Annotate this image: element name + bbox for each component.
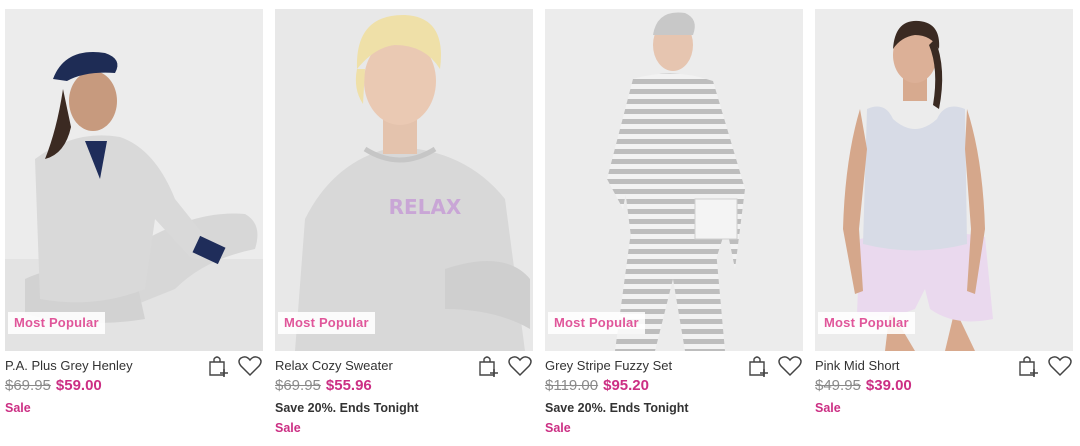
sale-price: $95.20 bbox=[603, 377, 649, 394]
sale-price: $59.00 bbox=[55, 377, 102, 394]
most-popular-badge: Most Popular bbox=[278, 312, 375, 334]
heart-icon bbox=[508, 356, 532, 377]
bag-plus-icon bbox=[209, 356, 228, 377]
product-actions bbox=[747, 353, 803, 379]
product-name[interactable]: Pink Mid Short bbox=[815, 358, 900, 373]
original-price: $119.00 bbox=[545, 377, 599, 394]
product-photo: RELAX bbox=[275, 9, 533, 351]
sweater-print: RELAX bbox=[389, 195, 462, 219]
product-photo bbox=[815, 9, 1073, 351]
product-card[interactable]: Most Popular Pink Mid Short $49.95 $39.0… bbox=[815, 9, 1073, 446]
heart-icon bbox=[238, 356, 262, 377]
product-info: Pink Mid Short $49.95 $39.00 Sale bbox=[815, 351, 1073, 446]
bag-plus-icon bbox=[1019, 356, 1038, 377]
product-image[interactable]: Most Popular bbox=[815, 9, 1073, 351]
product-card[interactable]: Most Popular P.A. Plus Grey Henley $69.9… bbox=[5, 9, 263, 446]
product-info: Relax Cozy Sweater $69.95 $55.96 Save 20… bbox=[275, 351, 533, 446]
promo-text: Save 20%. Ends Tonight bbox=[275, 401, 419, 415]
product-actions bbox=[1017, 353, 1073, 379]
sale-label: Sale bbox=[275, 421, 301, 435]
original-price: $69.95 bbox=[275, 377, 321, 394]
product-info: P.A. Plus Grey Henley $69.95 $59.00 Sale bbox=[5, 351, 263, 446]
add-to-bag-button[interactable] bbox=[207, 353, 233, 379]
wishlist-button[interactable] bbox=[507, 353, 533, 379]
add-to-bag-button[interactable] bbox=[477, 353, 503, 379]
heart-icon bbox=[778, 356, 802, 377]
product-name[interactable]: Relax Cozy Sweater bbox=[275, 358, 393, 373]
sale-label: Sale bbox=[545, 421, 571, 435]
product-info: Grey Stripe Fuzzy Set $119.00 $95.20 Sav… bbox=[545, 351, 803, 446]
sale-label: Sale bbox=[815, 401, 841, 415]
product-card[interactable]: RELAX Most Popular Relax Cozy Sweater $6… bbox=[275, 9, 533, 446]
product-grid: Most Popular P.A. Plus Grey Henley $69.9… bbox=[0, 0, 1080, 446]
sale-price: $55.96 bbox=[325, 377, 372, 394]
price-row: $119.00 $95.20 bbox=[545, 377, 649, 394]
wishlist-button[interactable] bbox=[1047, 353, 1073, 379]
most-popular-badge: Most Popular bbox=[818, 312, 915, 334]
product-name[interactable]: Grey Stripe Fuzzy Set bbox=[545, 358, 672, 373]
heart-icon bbox=[1048, 356, 1072, 377]
add-to-bag-button[interactable] bbox=[1017, 353, 1043, 379]
most-popular-badge: Most Popular bbox=[548, 312, 645, 334]
product-image[interactable]: Most Popular bbox=[545, 9, 803, 351]
add-to-bag-button[interactable] bbox=[747, 353, 773, 379]
price-row: $69.95 $59.00 bbox=[5, 377, 102, 394]
price-row: $49.95 $39.00 bbox=[815, 377, 912, 394]
original-price: $49.95 bbox=[815, 377, 861, 394]
product-photo bbox=[545, 9, 803, 351]
bag-plus-icon bbox=[479, 356, 498, 377]
wishlist-button[interactable] bbox=[777, 353, 803, 379]
product-actions bbox=[477, 353, 533, 379]
sale-price: $39.00 bbox=[865, 377, 912, 394]
original-price: $69.95 bbox=[5, 377, 51, 394]
price-row: $69.95 $55.96 bbox=[275, 377, 372, 394]
product-name[interactable]: P.A. Plus Grey Henley bbox=[5, 358, 133, 373]
sale-label: Sale bbox=[5, 401, 31, 415]
product-card[interactable]: Most Popular Grey Stripe Fuzzy Set $119.… bbox=[545, 9, 803, 446]
product-photo bbox=[5, 9, 263, 351]
product-actions bbox=[207, 353, 263, 379]
product-image[interactable]: RELAX Most Popular bbox=[275, 9, 533, 351]
bag-plus-icon bbox=[749, 356, 768, 377]
promo-text: Save 20%. Ends Tonight bbox=[545, 401, 689, 415]
most-popular-badge: Most Popular bbox=[8, 312, 105, 334]
wishlist-button[interactable] bbox=[237, 353, 263, 379]
product-image[interactable]: Most Popular bbox=[5, 9, 263, 351]
